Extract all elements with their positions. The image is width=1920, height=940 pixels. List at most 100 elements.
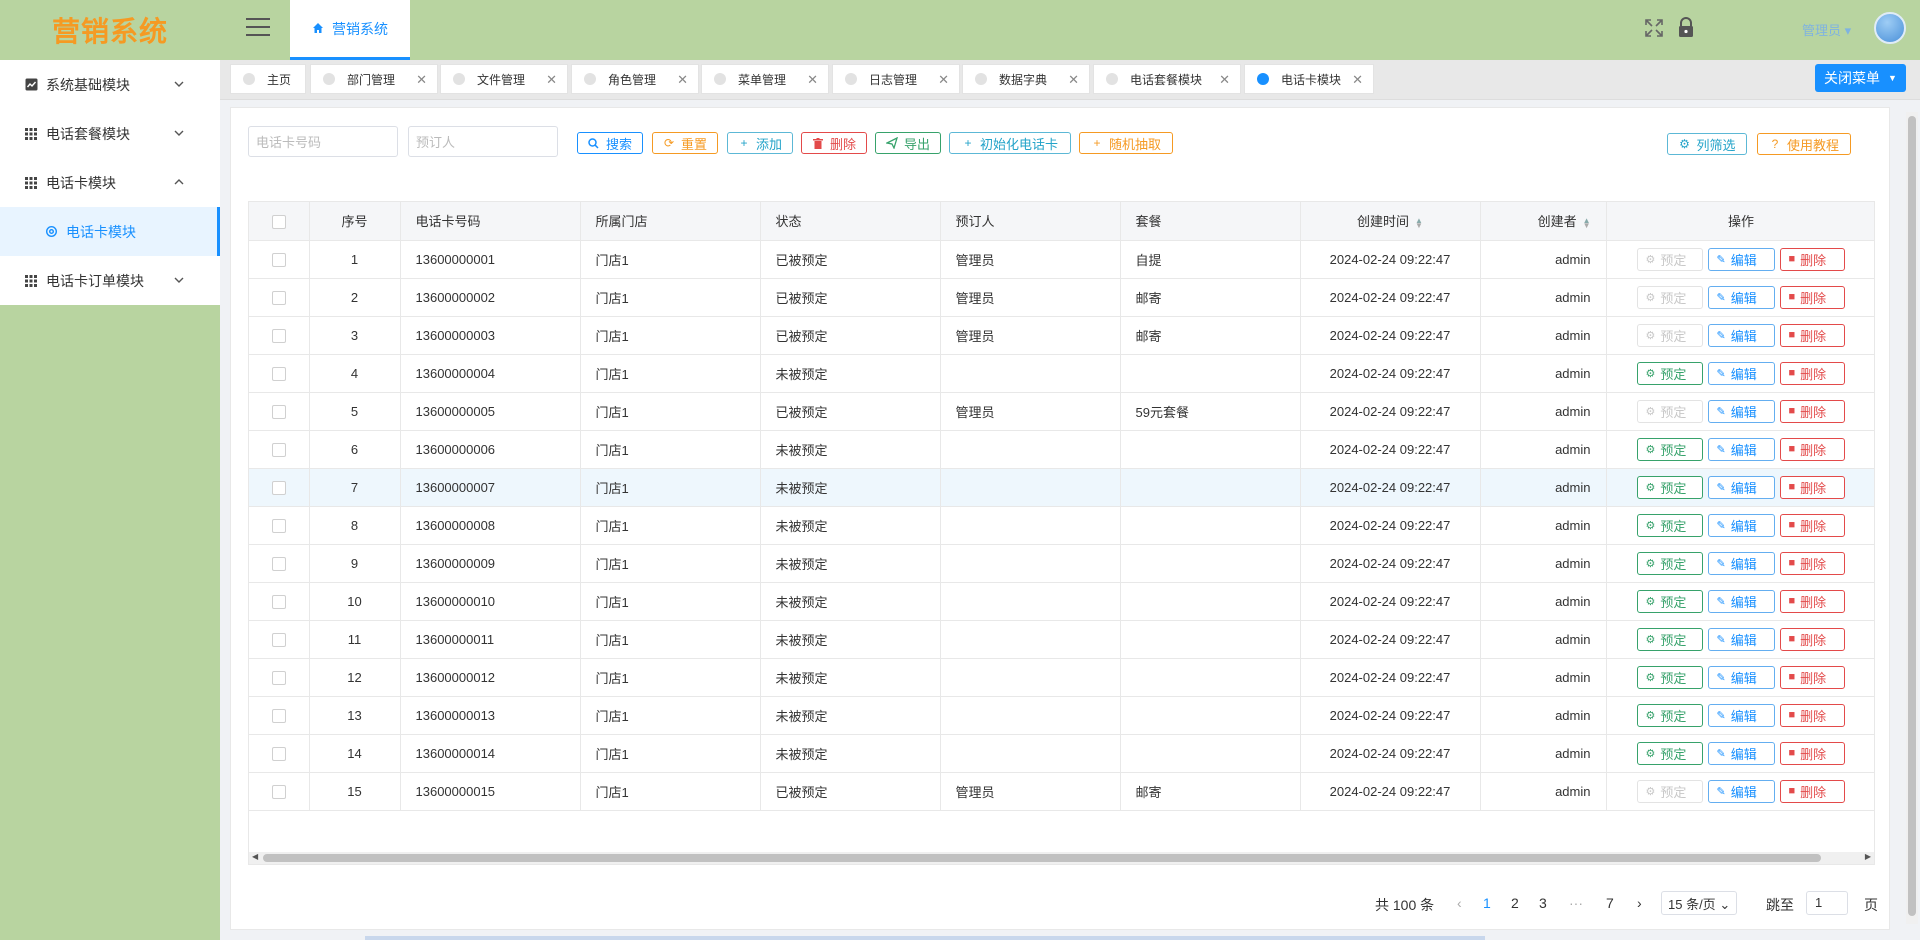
row-checkbox-cell[interactable]: [249, 658, 310, 697]
reserve-button[interactable]: ⚙ 预定: [1636, 551, 1703, 575]
col-header-creator[interactable]: 创建者 ▲ ▼: [1480, 202, 1607, 241]
reserve-button[interactable]: ⚙ 预定: [1636, 361, 1703, 385]
tab-3[interactable]: 角色管理 ✕: [571, 64, 699, 94]
row-checkbox[interactable]: [271, 366, 286, 381]
table-row[interactable]: 7 13600000007 门店1 未被预定 2024-02-24 09:22:47 ad…: [249, 468, 1874, 507]
column-filter-button[interactable]: ⚙ 列筛选: [1667, 133, 1747, 155]
goto-page-input[interactable]: 1: [1806, 891, 1848, 915]
delete-row-button[interactable]: ■ 删除: [1779, 627, 1845, 651]
page-1[interactable]: 1: [1483, 895, 1491, 911]
close-menu-button[interactable]: 关闭菜单 ▼: [1815, 64, 1906, 92]
page-ellipsis[interactable]: ···: [1569, 895, 1583, 911]
tab-7[interactable]: 电话套餐模块 ✕: [1093, 64, 1241, 94]
select-all-checkbox[interactable]: [271, 214, 286, 229]
reserve-button[interactable]: ⚙ 预定: [1636, 703, 1703, 727]
edit-button[interactable]: ✎ 编辑: [1707, 475, 1775, 499]
admin-dropdown[interactable]: 管理员 ▾: [1802, 20, 1851, 39]
delete-row-button[interactable]: ■ 删除: [1779, 589, 1845, 613]
tab-2[interactable]: 文件管理 ✕: [440, 64, 568, 94]
delete-button[interactable]: 删除: [801, 132, 867, 154]
row-checkbox[interactable]: [271, 404, 286, 419]
page-3[interactable]: 3: [1539, 895, 1547, 911]
sidebar-item-4[interactable]: 电话卡订单模块: [0, 256, 220, 305]
reserve-button[interactable]: ⚙ 预定: [1636, 437, 1703, 461]
reset-button[interactable]: ⟳ 重置: [652, 132, 718, 154]
row-checkbox[interactable]: [271, 290, 286, 305]
delete-row-button[interactable]: ■ 删除: [1779, 741, 1845, 765]
edit-button[interactable]: ✎ 编辑: [1707, 285, 1775, 309]
row-checkbox-cell[interactable]: [249, 278, 310, 317]
tutorial-button[interactable]: ? 使用教程: [1757, 133, 1851, 155]
table-row[interactable]: 8 13600000008 门店1 未被预定 2024-02-24 09:22:47 ad…: [249, 506, 1874, 545]
search-button[interactable]: 搜索: [577, 132, 643, 154]
delete-row-button[interactable]: ■ 删除: [1779, 703, 1845, 727]
row-checkbox-cell[interactable]: [249, 620, 310, 659]
close-icon[interactable]: ✕: [546, 72, 557, 88]
reserve-button[interactable]: ⚙ 预定: [1636, 627, 1703, 651]
sidebar-item-3[interactable]: 电话卡模块: [0, 207, 220, 256]
tab-4[interactable]: 菜单管理 ✕: [701, 64, 829, 94]
close-icon[interactable]: ✕: [416, 72, 427, 88]
edit-button[interactable]: ✎ 编辑: [1707, 323, 1775, 347]
lock-icon[interactable]: [1677, 17, 1695, 39]
table-row[interactable]: 6 13600000006 门店1 未被预定 2024-02-24 09:22:47 ad…: [249, 430, 1874, 469]
delete-row-button[interactable]: ■ 删除: [1779, 247, 1845, 271]
row-checkbox[interactable]: [271, 784, 286, 799]
page-7[interactable]: 7: [1606, 895, 1614, 911]
row-checkbox[interactable]: [271, 746, 286, 761]
row-checkbox-cell[interactable]: [249, 582, 310, 621]
scrollbar-thumb[interactable]: [263, 854, 1821, 862]
reserve-button[interactable]: ⚙ 预定: [1636, 665, 1703, 689]
row-checkbox-cell[interactable]: [249, 506, 310, 545]
reserve-button[interactable]: ⚙ 预定: [1636, 475, 1703, 499]
fullscreen-icon[interactable]: [1644, 18, 1664, 38]
row-checkbox[interactable]: [271, 252, 286, 267]
phone-number-input[interactable]: 电话卡号码: [248, 126, 398, 157]
vertical-scrollbar[interactable]: [1906, 112, 1918, 924]
close-icon[interactable]: ✕: [1352, 72, 1363, 88]
edit-button[interactable]: ✎ 编辑: [1707, 513, 1775, 537]
edit-button[interactable]: ✎ 编辑: [1707, 665, 1775, 689]
table-row[interactable]: 1 13600000001 门店1 已被预定 管理员 自提 2024-02-24 09:22…: [249, 240, 1874, 279]
delete-row-button[interactable]: ■ 删除: [1779, 779, 1845, 803]
table-row[interactable]: 4 13600000004 门店1 未被预定 2024-02-24 09:22:47 ad…: [249, 354, 1874, 393]
edit-button[interactable]: ✎ 编辑: [1707, 741, 1775, 765]
row-checkbox[interactable]: [271, 442, 286, 457]
sidebar-item-1[interactable]: 电话套餐模块: [0, 109, 220, 158]
delete-row-button[interactable]: ■ 删除: [1779, 285, 1845, 309]
row-checkbox[interactable]: [271, 328, 286, 343]
edit-button[interactable]: ✎ 编辑: [1707, 779, 1775, 803]
horizontal-scrollbar[interactable]: ◀ ▶: [249, 852, 1874, 864]
export-button[interactable]: 导出: [875, 132, 941, 154]
tab-6[interactable]: 数据字典 ✕: [962, 64, 1090, 94]
edit-button[interactable]: ✎ 编辑: [1707, 247, 1775, 271]
reserve-button[interactable]: ⚙ 预定: [1636, 589, 1703, 613]
random-pick-button[interactable]: + 随机抽取: [1079, 132, 1173, 154]
sort-icon[interactable]: ▲ ▼: [1583, 216, 1591, 229]
close-icon[interactable]: ✕: [1068, 72, 1079, 88]
sidebar-item-0[interactable]: 系统基础模块: [0, 60, 220, 109]
row-checkbox-cell[interactable]: [249, 544, 310, 583]
delete-row-button[interactable]: ■ 删除: [1779, 323, 1845, 347]
tab-5[interactable]: 日志管理 ✕: [832, 64, 960, 94]
edit-button[interactable]: ✎ 编辑: [1707, 703, 1775, 727]
col-header-created[interactable]: 创建时间 ▲ ▼: [1300, 202, 1481, 241]
delete-row-button[interactable]: ■ 删除: [1779, 361, 1845, 385]
row-checkbox-cell[interactable]: [249, 354, 310, 393]
scroll-left-arrow-icon[interactable]: ◀: [252, 852, 258, 861]
edit-button[interactable]: ✎ 编辑: [1707, 627, 1775, 651]
close-icon[interactable]: ✕: [677, 72, 688, 88]
table-row[interactable]: 13 13600000013 门店1 未被预定 2024-02-24 09:22:47 a…: [249, 696, 1874, 735]
row-checkbox[interactable]: [271, 594, 286, 609]
avatar[interactable]: [1874, 12, 1906, 44]
row-checkbox[interactable]: [271, 670, 286, 685]
table-row[interactable]: 10 13600000010 门店1 未被预定 2024-02-24 09:22:47 a…: [249, 582, 1874, 621]
scrollbar-thumb[interactable]: [1908, 116, 1916, 916]
scroll-right-arrow-icon[interactable]: ▶: [1865, 852, 1871, 861]
reserve-button[interactable]: ⚙ 预定: [1636, 741, 1703, 765]
delete-row-button[interactable]: ■ 删除: [1779, 551, 1845, 575]
edit-button[interactable]: ✎ 编辑: [1707, 361, 1775, 385]
reserver-input[interactable]: 预订人: [408, 126, 558, 157]
add-button[interactable]: + 添加: [727, 132, 793, 154]
sort-icon[interactable]: ▲ ▼: [1415, 216, 1423, 229]
